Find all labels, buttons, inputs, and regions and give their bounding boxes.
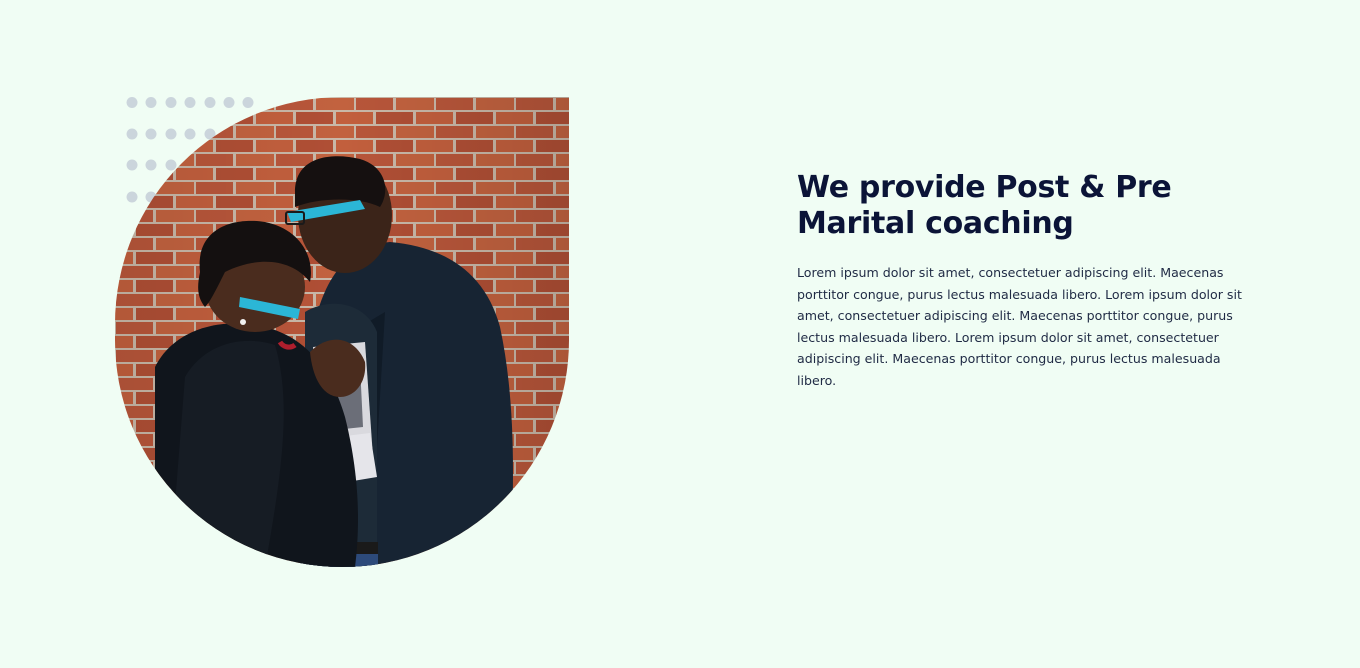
section-heading: We provide Post & Pre Marital coaching [797,170,1172,241]
couple-photo [115,97,569,567]
about-section: We provide Post & Pre Marital coaching L… [0,0,1360,668]
section-description: Lorem ipsum dolor sit amet, consectetuer… [797,265,1242,388]
about-image [115,97,569,567]
about-text: We provide Post & Pre Marital coaching L… [797,170,1249,392]
